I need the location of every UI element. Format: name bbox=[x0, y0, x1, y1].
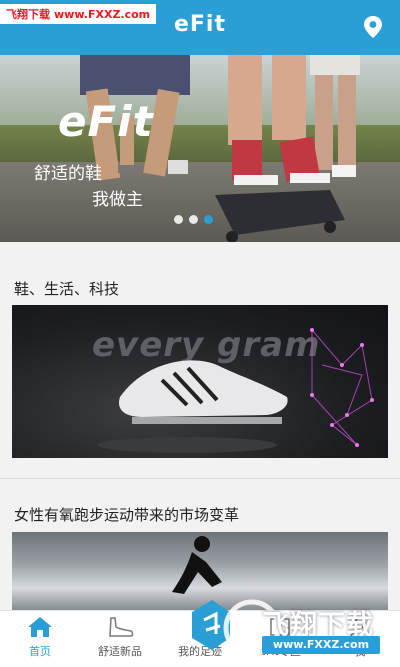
sneaker-graphic bbox=[97, 328, 374, 453]
carousel-dot-active[interactable] bbox=[204, 215, 213, 224]
article-image[interactable]: every gram bbox=[12, 305, 388, 458]
carousel-indicator bbox=[174, 215, 213, 224]
shoe-icon bbox=[109, 617, 134, 637]
banner-logo: eFit bbox=[58, 97, 154, 146]
nav-new-products-label: 舒适新品 bbox=[98, 645, 142, 658]
home-icon bbox=[28, 617, 52, 637]
article-title[interactable]: 鞋、生活、科技 bbox=[14, 278, 119, 299]
divider bbox=[0, 478, 400, 479]
banner-photo bbox=[80, 55, 360, 242]
top-bar: 飞翔下载 www.FXXZ.com eFit bbox=[0, 0, 400, 55]
carousel-dot[interactable] bbox=[189, 215, 198, 224]
nav-home-label: 首页 bbox=[29, 645, 51, 658]
nav-new-products[interactable]: 舒适新品 bbox=[80, 611, 160, 667]
watermark-url: www.FXXZ.com bbox=[262, 636, 380, 654]
banner-carousel[interactable]: eFit 舒适的鞋 我做主 bbox=[0, 55, 400, 242]
banner-slogan-1: 舒适的鞋 bbox=[34, 164, 102, 184]
article-title[interactable]: 女性有氧跑步运动带来的市场变革 bbox=[14, 504, 239, 525]
app-root: 飞翔下载 www.FXXZ.com eFit eFit 舒适的鞋 我做主 鞋、生… bbox=[0, 0, 400, 667]
banner-slogan-2: 我做主 bbox=[92, 190, 143, 210]
map-pin-icon[interactable] bbox=[362, 15, 384, 39]
nav-home[interactable]: 首页 bbox=[0, 611, 80, 667]
app-title: eFit bbox=[173, 12, 226, 37]
carousel-dot[interactable] bbox=[174, 215, 183, 224]
